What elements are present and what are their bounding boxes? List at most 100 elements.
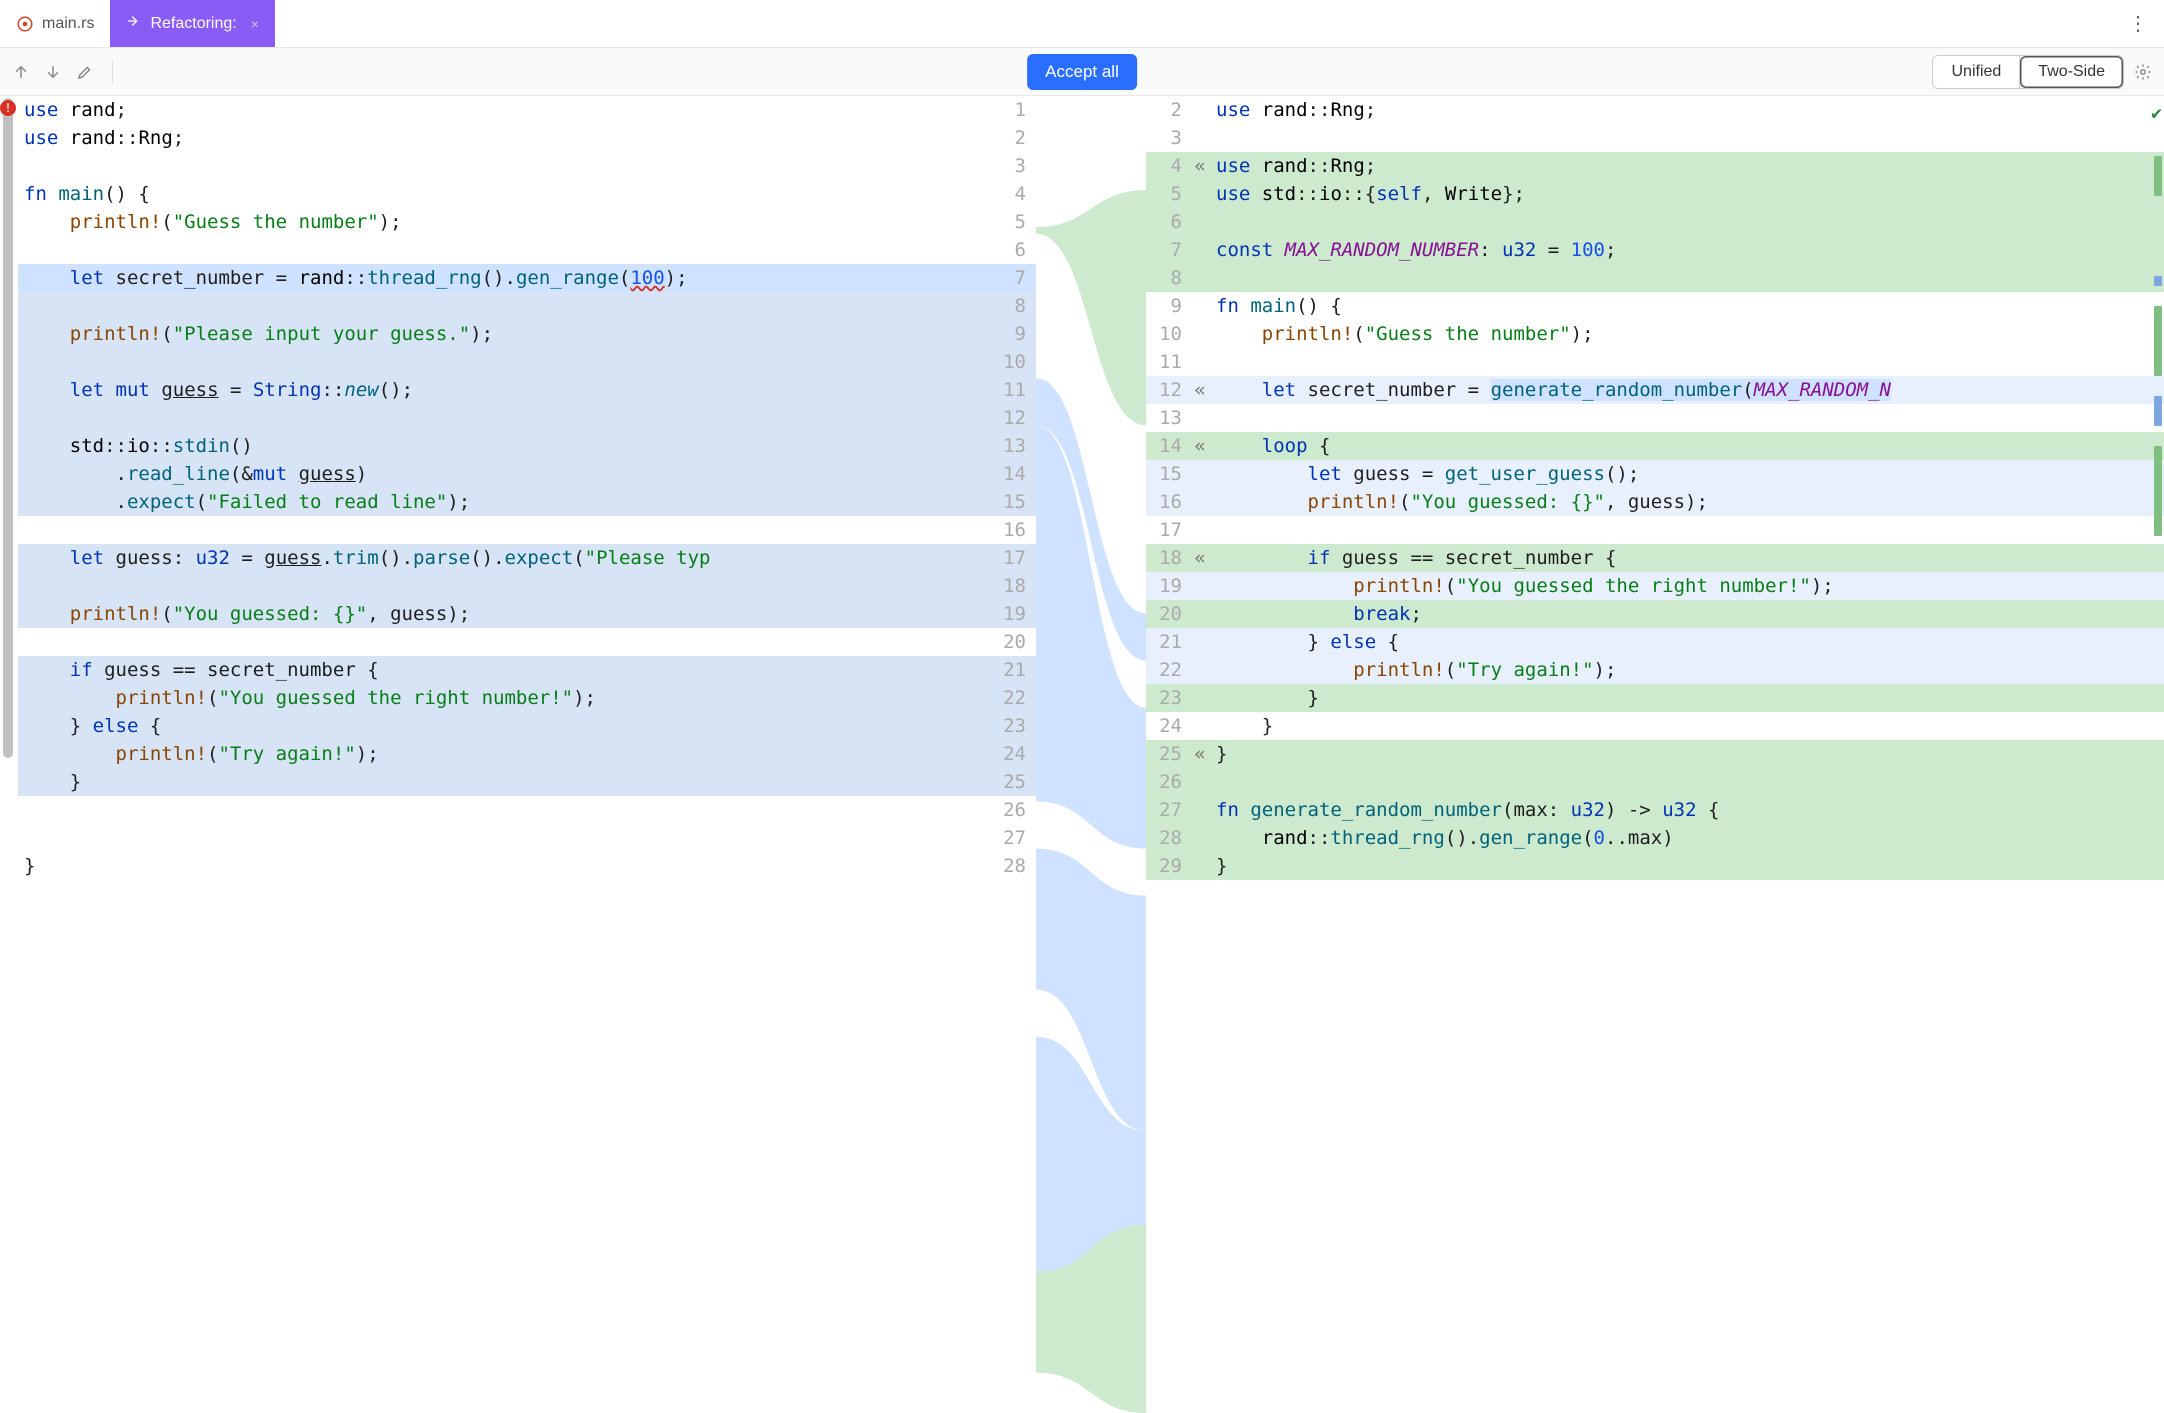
left-pane[interactable]: use rand;1use rand::Rng;2 3fn main() {4 … [0,96,1036,1413]
gear-icon[interactable] [2134,63,2152,81]
code-line[interactable]: 17 [1146,516,2164,544]
code-line[interactable]: let secret_number = rand::thread_rng().g… [18,264,1036,292]
code-line[interactable]: 16 println!("You guessed: {}", guess); [1146,488,2164,516]
code-line[interactable]: 18« if guess == secret_number { [1146,544,2164,572]
close-icon[interactable]: × [251,16,259,32]
code-text: println!("Guess the number"); [1210,320,2164,348]
code-line[interactable]: 20 [18,628,1036,656]
line-number: 21 [996,656,1036,684]
code-line[interactable]: 7const MAX_RANDOM_NUMBER: u32 = 100; [1146,236,2164,264]
line-number: 15 [1146,460,1190,488]
unified-button[interactable]: Unified [1933,56,2020,88]
right-pane[interactable]: 2use rand::Rng;3 4«use rand::Rng;5use st… [1146,96,2164,1413]
code-line[interactable]: fn main() {4 [18,180,1036,208]
code-line[interactable]: 6 [18,236,1036,264]
code-line[interactable]: 10 println!("Guess the number"); [1146,320,2164,348]
code-line[interactable]: println!("Guess the number");5 [18,208,1036,236]
code-line[interactable]: 29} [1146,852,2164,880]
code-line[interactable]: }25 [18,768,1036,796]
code-line[interactable]: 9fn main() { [1146,292,2164,320]
code-line[interactable]: if guess == secret_number {21 [18,656,1036,684]
code-line[interactable]: 2use rand::Rng; [1146,96,2164,124]
code-line[interactable]: 18 [18,572,1036,600]
code-line[interactable]: 8 [1146,264,2164,292]
code-line[interactable]: println!("You guessed the right number!"… [18,684,1036,712]
code-line[interactable]: 28 rand::thread_rng().gen_range(0..max) [1146,824,2164,852]
edit-icon[interactable] [76,63,94,81]
code-line[interactable]: println!("You guessed: {}", guess);19 [18,600,1036,628]
code-text: } [1210,852,2164,880]
fold-marker [1190,236,1210,264]
code-line[interactable]: 20 break; [1146,600,2164,628]
line-number: 7 [1146,236,1190,264]
right-marker-strip[interactable] [2154,96,2164,1413]
code-line[interactable]: 16 [18,516,1036,544]
tab-main-rs[interactable]: main.rs [0,0,110,47]
code-text: .expect("Failed to read line"); [18,488,996,516]
code-line[interactable]: .read_line(&mut guess)14 [18,460,1036,488]
code-text: println!("Try again!"); [18,740,996,768]
code-text: let mut guess = String::new(); [18,376,996,404]
more-icon[interactable]: ⋮ [2112,11,2164,36]
code-text: println!("You guessed: {}", guess); [1210,488,2164,516]
fold-marker[interactable]: « [1190,544,1210,572]
code-line[interactable]: 14« loop { [1146,432,2164,460]
code-line[interactable]: 4«use rand::Rng; [1146,152,2164,180]
code-line[interactable]: println!("Try again!");24 [18,740,1036,768]
code-line[interactable]: 25«} [1146,740,2164,768]
code-line[interactable]: 23 } [1146,684,2164,712]
code-line[interactable]: std::io::stdin()13 [18,432,1036,460]
fold-marker[interactable]: « [1190,740,1210,768]
code-line[interactable]: 10 [18,348,1036,376]
code-line[interactable]: 19 println!("You guessed the right numbe… [1146,572,2164,600]
code-line[interactable]: 6 [1146,208,2164,236]
line-number: 27 [996,824,1036,852]
code-text: let guess = get_user_guess(); [1210,460,2164,488]
code-line[interactable]: } else {23 [18,712,1036,740]
line-number: 28 [996,852,1036,880]
code-text [1210,404,2164,432]
code-line[interactable]: 24 } [1146,712,2164,740]
code-line[interactable]: 22 println!("Try again!"); [1146,656,2164,684]
code-line[interactable]: use rand::Rng;2 [18,124,1036,152]
accept-all-button[interactable]: Accept all [1027,54,1137,90]
fold-marker[interactable]: « [1190,152,1210,180]
code-line[interactable]: use rand;1 [18,96,1036,124]
code-line[interactable]: 15 let guess = get_user_guess(); [1146,460,2164,488]
code-line[interactable]: 12 [18,404,1036,432]
code-line[interactable]: 3 [1146,124,2164,152]
line-number: 14 [1146,432,1190,460]
code-line[interactable]: .expect("Failed to read line");15 [18,488,1036,516]
code-line[interactable]: println!("Please input your guess.");9 [18,320,1036,348]
code-line[interactable]: }28 [18,852,1036,880]
fold-marker[interactable]: « [1190,376,1210,404]
code-line[interactable]: 3 [18,152,1036,180]
code-line[interactable]: let mut guess = String::new();11 [18,376,1036,404]
line-number: 12 [1146,376,1190,404]
fold-marker[interactable]: « [1190,432,1210,460]
code-line[interactable]: 26 [1146,768,2164,796]
code-text [18,796,996,824]
line-number: 14 [996,460,1036,488]
fold-marker [1190,572,1210,600]
fold-marker [1190,292,1210,320]
code-line[interactable]: 27 [18,824,1036,852]
code-line[interactable]: 11 [1146,348,2164,376]
code-text: } [18,852,996,880]
view-mode-toggle: Unified Two-Side [1932,55,2124,89]
code-text [18,348,996,376]
code-line[interactable]: let guess: u32 = guess.trim().parse().ex… [18,544,1036,572]
code-line[interactable]: 12« let secret_number = generate_random_… [1146,376,2164,404]
next-change-icon[interactable] [44,63,62,81]
line-number: 16 [996,516,1036,544]
code-line[interactable]: 21 } else { [1146,628,2164,656]
code-line[interactable]: 26 [18,796,1036,824]
code-line[interactable]: 8 [18,292,1036,320]
code-line[interactable]: 5use std::io::{self, Write}; [1146,180,2164,208]
two-side-button[interactable]: Two-Side [2020,56,2123,88]
code-line[interactable]: 27fn generate_random_number(max: u32) ->… [1146,796,2164,824]
tab-refactoring[interactable]: Refactoring: × [110,0,274,47]
prev-change-icon[interactable] [12,63,30,81]
line-number: 1 [996,96,1036,124]
code-line[interactable]: 13 [1146,404,2164,432]
